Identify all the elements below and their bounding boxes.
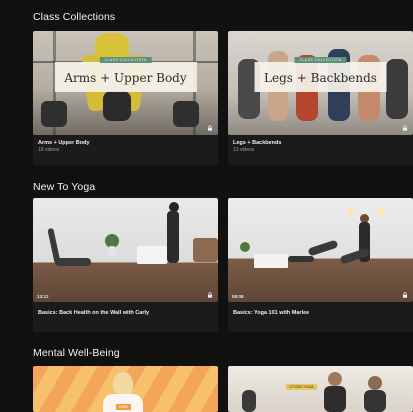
collection-tag: CLASS COLLECTION xyxy=(99,56,152,63)
collection-thumbnail[interactable]: CLASS COLLECTION Legs + Backbends xyxy=(228,31,413,135)
video-card-yoga-101[interactable]: 08:08 Basics: Yoga 101 with Marlee xyxy=(228,198,413,332)
lock-icon xyxy=(402,292,408,298)
collection-overlay-text: Legs + Backbends xyxy=(264,70,377,85)
collection-video-count: 18 videos xyxy=(38,147,60,153)
collection-tag: CLASS COLLECTION xyxy=(294,56,347,63)
video-title: Basics: Back Health on the Wall with Car… xyxy=(38,310,150,316)
video-card-back-health[interactable]: 13:12 Basics: Back Health on the Wall wi… xyxy=(33,198,218,332)
collection-card-legs-backbends[interactable]: CLASS COLLECTION Legs + Backbends Legs +… xyxy=(228,31,413,165)
collection-card-arms-upper-body[interactable]: CLASS COLLECTION Arms + Upper Body Arms … xyxy=(33,31,218,165)
mental-badge: MIND xyxy=(116,404,131,410)
lock-icon xyxy=(207,292,213,298)
collection-info: Arms + Upper Body 18 videos xyxy=(33,135,218,165)
video-info: Basics: Yoga 101 with Marlee xyxy=(228,302,413,332)
section-title-class-collections: Class Collections xyxy=(33,11,116,23)
collection-title-overlay: CLASS COLLECTION Legs + Backbends xyxy=(254,56,387,92)
mental-card-citizen-yoga[interactable]: CITIZEN YOGA xyxy=(228,366,413,412)
video-thumbnail[interactable]: 08:08 xyxy=(228,198,413,302)
collection-title-overlay: CLASS COLLECTION Arms + Upper Body xyxy=(54,56,197,92)
video-thumbnail[interactable]: 13:12 xyxy=(33,198,218,302)
collection-title: Legs + Backbends xyxy=(233,140,282,146)
video-duration: 08:08 xyxy=(232,294,244,299)
mental-thumbnail[interactable]: MIND xyxy=(33,366,218,412)
video-title: Basics: Yoga 101 with Marlee xyxy=(233,310,310,316)
section-title-mental-well-being: Mental Well-Being xyxy=(33,347,120,359)
video-info: Basics: Back Health on the Wall with Car… xyxy=(33,302,218,332)
collection-info: Legs + Backbends 13 videos xyxy=(228,135,413,165)
mental-card-mind[interactable]: MIND xyxy=(33,366,218,412)
mental-badge: CITIZEN YOGA xyxy=(286,384,317,390)
lock-icon xyxy=(402,125,408,131)
mental-thumbnail[interactable]: CITIZEN YOGA xyxy=(228,366,413,412)
lock-icon xyxy=(207,125,213,131)
collection-overlay-text: Arms + Upper Body xyxy=(64,70,187,85)
collection-title: Arms + Upper Body xyxy=(38,140,90,146)
collection-thumbnail[interactable]: CLASS COLLECTION Arms + Upper Body xyxy=(33,31,218,135)
collection-video-count: 13 videos xyxy=(233,147,255,153)
section-title-new-to-yoga: New To Yoga xyxy=(33,181,96,193)
video-duration: 13:12 xyxy=(37,294,49,299)
